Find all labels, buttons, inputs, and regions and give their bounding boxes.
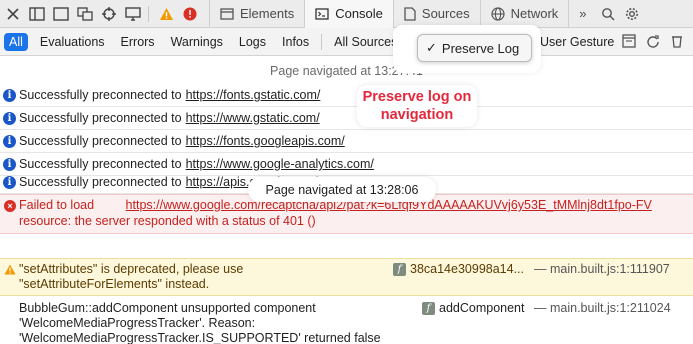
message-link[interactable]: https://fonts.gstatic.com/ bbox=[186, 88, 321, 102]
message-text: Successfully preconnected to bbox=[19, 88, 182, 102]
message-text: Successfully preconnected to bbox=[19, 111, 182, 125]
source-text: main.built.js:1:211024 bbox=[549, 301, 671, 315]
chevron-right-icon: » bbox=[579, 6, 587, 21]
console-message-row: i Successfully preconnected to https://f… bbox=[0, 84, 693, 107]
warning-source-link[interactable]: — main.built.js:1:111907 bbox=[534, 262, 670, 276]
error-icon: × bbox=[4, 200, 16, 212]
source-text: main.built.js:1:111907 bbox=[549, 262, 670, 276]
message-link[interactable]: https://www.gstatic.com/ bbox=[186, 111, 320, 125]
preserve-log-menu[interactable]: ✓ Preserve Log bbox=[417, 34, 532, 62]
warning-text: "setAttributes" is deprecated, please us… bbox=[19, 262, 244, 276]
divider bbox=[148, 5, 149, 22]
undock-icon[interactable] bbox=[50, 3, 72, 25]
sources-select-label: All Sources bbox=[334, 34, 398, 49]
console-log-row: BubbleGum::addComponent unsupported comp… bbox=[0, 296, 693, 344]
function-icon: f bbox=[393, 262, 406, 276]
network-globe-icon bbox=[491, 6, 505, 21]
warning-text-line2: "setAttributeForElements" instead. bbox=[19, 277, 210, 291]
warning-icon[interactable] bbox=[155, 3, 177, 25]
tab-network[interactable]: Network bbox=[479, 0, 569, 28]
message-link[interactable]: https://fonts.googleapis.com/ bbox=[186, 134, 345, 148]
source-dash: — bbox=[534, 262, 550, 276]
info-icon: i bbox=[3, 157, 16, 171]
tab-label: Sources bbox=[421, 6, 470, 21]
message-text: Successfully preconnected to bbox=[19, 134, 182, 148]
divider bbox=[321, 33, 323, 50]
filter-errors-button[interactable]: Errors bbox=[113, 33, 163, 51]
console-warning-row: "setAttributes" is deprecated, please us… bbox=[0, 258, 693, 296]
more-tabs-button[interactable]: » bbox=[568, 0, 596, 28]
log-function[interactable]: addComponent bbox=[439, 301, 524, 315]
error-icon[interactable] bbox=[179, 3, 201, 25]
function-icon: f bbox=[422, 301, 435, 315]
error-text: Failed to load bbox=[19, 198, 95, 212]
filter-all-button[interactable]: All bbox=[4, 32, 28, 51]
sidebar-toggle-icon[interactable] bbox=[622, 34, 636, 51]
console-filter-bar: All Evaluations Errors Warnings Logs Inf… bbox=[0, 28, 693, 56]
info-icon: i bbox=[3, 175, 16, 189]
info-icon: i bbox=[3, 88, 16, 102]
log-text-line2: 'WelcomeMediaProgressTracker'. Reason: bbox=[19, 316, 256, 330]
gear-icon[interactable] bbox=[621, 3, 643, 25]
navigation-marker: Page navigated at 13:27:41 bbox=[270, 64, 423, 78]
tab-elements[interactable]: Elements bbox=[209, 0, 304, 28]
callout-line2: navigation bbox=[380, 107, 454, 123]
tab-label: Elements bbox=[240, 6, 295, 21]
tab-label: Network bbox=[510, 6, 559, 21]
warning-function[interactable]: 38ca14e30998a14... bbox=[410, 262, 524, 276]
console-message-row: i Successfully preconnected to https://w… bbox=[0, 107, 693, 130]
log-text: BubbleGum::addComponent unsupported comp… bbox=[19, 301, 316, 315]
info-icon: i bbox=[3, 134, 16, 148]
filter-logs-button[interactable]: Logs bbox=[231, 33, 274, 51]
tab-sources[interactable]: Sources bbox=[392, 0, 480, 28]
inspect-crosshair-icon[interactable] bbox=[98, 3, 120, 25]
warning-icon bbox=[4, 264, 16, 278]
callout-line1: Preserve log on bbox=[362, 89, 472, 105]
info-icon: i bbox=[3, 111, 16, 125]
filter-warnings-button[interactable]: Warnings bbox=[163, 33, 231, 51]
checkmark-icon: ✓ bbox=[426, 40, 437, 55]
device-icon[interactable] bbox=[122, 3, 144, 25]
close-icon[interactable] bbox=[2, 3, 24, 25]
console-message-row: i Successfully preconnected to https://f… bbox=[0, 130, 693, 153]
trash-clear-icon[interactable] bbox=[670, 34, 684, 51]
dock-side-icon[interactable] bbox=[26, 3, 48, 25]
filter-infos-button[interactable]: Infos bbox=[274, 33, 317, 51]
reload-icon[interactable] bbox=[646, 34, 660, 51]
tab-console[interactable]: Console bbox=[304, 0, 393, 28]
filter-evaluations-button[interactable]: Evaluations bbox=[32, 33, 113, 51]
multi-window-icon[interactable] bbox=[74, 3, 96, 25]
preserve-log-option[interactable]: Preserve Log bbox=[442, 41, 519, 56]
message-link[interactable]: https://www.google-analytics.com/ bbox=[186, 157, 374, 171]
log-source-link[interactable]: — main.built.js:1:211024 bbox=[534, 301, 671, 315]
message-text: Successfully preconnected to bbox=[19, 157, 182, 171]
console-icon bbox=[315, 7, 329, 20]
annotation-callout: Preserve log on navigation bbox=[357, 85, 477, 127]
sources-file-icon bbox=[404, 6, 416, 21]
message-text: Successfully preconnected to bbox=[19, 175, 182, 189]
search-icon[interactable] bbox=[597, 3, 619, 25]
devtools-tab-bar: Elements Console Sources Network » bbox=[0, 0, 693, 28]
elements-icon bbox=[220, 7, 234, 20]
navigation-marker-highlight: Page navigated at 13:28:06 bbox=[248, 177, 436, 202]
error-text-line2: resource: the server responded with a st… bbox=[19, 214, 316, 228]
log-text-line3: 'WelcomeMediaProgressTracker.IS_SUPPORTE… bbox=[19, 331, 381, 344]
tab-label: Console bbox=[335, 6, 383, 21]
source-dash: — bbox=[534, 301, 550, 315]
user-gesture-filter[interactable]: User Gesture bbox=[532, 33, 622, 51]
